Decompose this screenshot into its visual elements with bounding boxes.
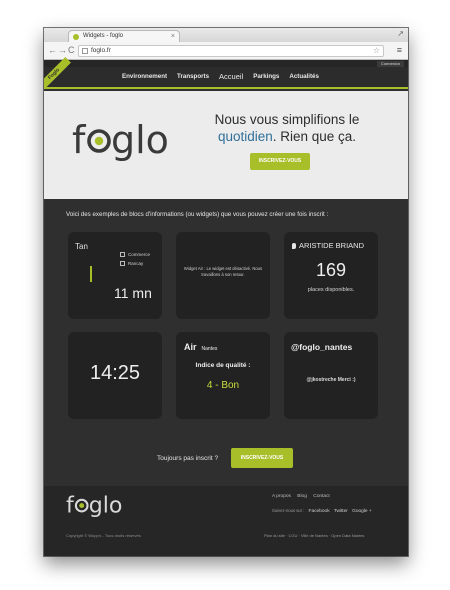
forward-icon[interactable]: → xyxy=(58,45,67,56)
svg-text:glo: glo xyxy=(111,118,169,162)
tan-widget[interactable]: Tan Commerce Rancay 11 mn xyxy=(68,232,162,319)
tab-title: Widgets - foglo xyxy=(83,33,124,39)
air-city: Nantes xyxy=(201,346,218,352)
copyright: Copyright © Wupp's - Tous droits réservé… xyxy=(66,533,141,538)
url-text: foglo.fr xyxy=(91,47,111,54)
parking-title: ARISTIDE BRIAND xyxy=(292,241,364,250)
social-google[interactable]: Google + xyxy=(352,509,372,514)
map-pin-icon xyxy=(292,243,296,250)
tan-title: Tan xyxy=(75,242,88,251)
slogan-highlight: quotidien xyxy=(217,129,273,144)
browser-tab[interactable]: Widgets - foglo × xyxy=(68,30,180,42)
hero-signup-button[interactable]: INSCRIVEZ-VOUS xyxy=(250,153,310,170)
footer-follow: Suivez-nous sur : Facebook Twitter Googl… xyxy=(272,508,372,514)
air-disabled-widget[interactable]: Widget Air : Le widget est désactivé. No… xyxy=(176,232,270,319)
reload-icon[interactable]: C xyxy=(68,45,75,56)
air-quality-label: Indice de qualité : xyxy=(195,362,251,369)
fullscreen-icon[interactable]: ↗ xyxy=(397,29,404,38)
nav-accueil[interactable]: Accueil xyxy=(219,72,243,81)
nav-environnement[interactable]: Environnement xyxy=(122,73,167,81)
footer-link-apropos[interactable]: A propos xyxy=(272,494,291,499)
footer-link-contact[interactable]: Contact xyxy=(313,494,330,499)
clock-widget[interactable]: 14:25 xyxy=(68,332,162,419)
nav-parkings[interactable]: Parkings xyxy=(253,73,279,81)
clock-time: 14:25 xyxy=(89,362,141,384)
twitter-widget[interactable]: @foglo_nantes @jkostreche Merci :) xyxy=(284,332,378,419)
top-strip xyxy=(44,60,408,67)
slogan-rest: . Rien que ça. xyxy=(272,129,357,144)
url-input[interactable]: foglo.fr ☆ xyxy=(78,45,384,57)
hero-section: f glo Nous vous simplifions le quotidien… xyxy=(44,91,408,199)
svg-text:f: f xyxy=(66,493,75,519)
parking-label: places disponibles. xyxy=(307,287,355,293)
parking-count: 169 xyxy=(315,260,347,280)
air-title-text: Air xyxy=(184,342,197,352)
air-title: Air Nantes xyxy=(184,342,217,352)
parking-widget[interactable]: ARISTIDE BRIAND 169 places disponibles. xyxy=(284,232,378,319)
twitter-handle: @foglo_nantes xyxy=(291,342,353,352)
tan-stop-1: Commerce xyxy=(120,252,151,258)
title-bar: Widgets - foglo × ↗ xyxy=(44,28,408,42)
site-nav: Environnement Transports Accueil Parking… xyxy=(44,67,408,89)
back-icon[interactable]: ← xyxy=(48,45,57,56)
svg-text:glo: glo xyxy=(89,493,123,519)
air-disabled-message: Widget Air : Le widget est désactivé. No… xyxy=(183,266,263,277)
foglo-logo[interactable]: f glo xyxy=(72,115,182,165)
bus-stop-icon xyxy=(120,252,125,258)
parking-name: ARISTIDE BRIAND xyxy=(299,241,365,250)
tan-stop-2: Rancay xyxy=(120,261,144,267)
browser-window: Widgets - foglo × ↗ ← → C foglo.fr ☆ ≡ C… xyxy=(44,28,408,556)
page-icon xyxy=(82,48,88,54)
tan-wait-time: 11 mn xyxy=(114,285,152,301)
nav-transports[interactable]: Transports xyxy=(177,73,209,81)
nav-actualites[interactable]: Actualités xyxy=(289,73,319,81)
not-registered-text: Toujours pas inscrit ? xyxy=(157,455,219,462)
air-widget[interactable]: Air Nantes Indice de qualité : 4 - Bon xyxy=(176,332,270,419)
address-bar: ← → C foglo.fr ☆ ≡ xyxy=(44,42,408,60)
bottom-signup-button[interactable]: INSCRIVEZ-VOUS xyxy=(231,448,293,468)
menu-icon[interactable]: ≡ xyxy=(397,45,402,55)
social-facebook[interactable]: Facebook xyxy=(309,509,330,514)
bus-stop-icon xyxy=(120,261,125,267)
main-section: Voici des exemples de blocs d'informatio… xyxy=(44,199,408,486)
star-icon[interactable]: ☆ xyxy=(373,46,380,56)
favicon-icon xyxy=(73,34,79,40)
tan-stop-2-label: Rancay xyxy=(128,261,144,266)
social-twitter[interactable]: Twitter xyxy=(334,509,348,514)
footer-bottom-links[interactable]: Plan du site · CGU · Ville de Nantes · O… xyxy=(264,533,364,538)
hero-slogan: Nous vous simplifions le quotidien. Rien… xyxy=(202,111,372,145)
footer-logo[interactable]: f glo xyxy=(66,490,130,520)
footer: f glo A propos Blog Contact Suivez-nous … xyxy=(44,486,408,556)
footer-links: A propos Blog Contact xyxy=(272,494,335,499)
slogan-line1: Nous vous simplifions le xyxy=(214,112,360,127)
svg-text:f: f xyxy=(72,118,87,162)
tan-stop-1-label: Commerce xyxy=(128,252,151,257)
widgets-intro: Voici des exemples de blocs d'informatio… xyxy=(66,211,329,218)
air-quality-value: 4 - Bon xyxy=(206,380,240,391)
tweet-text: @jkostreche Merci :) xyxy=(306,377,356,383)
tab-close-icon[interactable]: × xyxy=(171,31,175,42)
footer-link-blog[interactable]: Blog xyxy=(297,494,307,499)
follow-label: Suivez-nous sur : xyxy=(272,508,305,513)
tan-line-bar xyxy=(90,266,92,282)
